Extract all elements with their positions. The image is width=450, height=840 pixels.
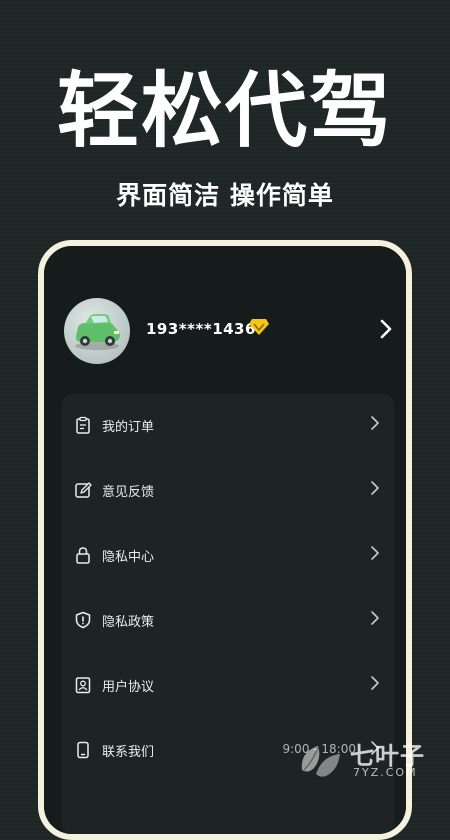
chevron-right-icon[interactable]: [379, 319, 393, 339]
menu-item-privacy-policy[interactable]: 隐私政策: [62, 589, 394, 653]
menu-item-privacy-center[interactable]: 隐私中心: [62, 524, 394, 588]
menu-item-label: 我的订单: [102, 420, 155, 435]
chevron-right-icon: [371, 546, 379, 560]
menu-item-my-orders[interactable]: 我的订单: [62, 394, 394, 458]
menu-item-label: 隐私政策: [102, 615, 155, 630]
menu-item-label: 用户协议: [102, 680, 155, 695]
menu-item-user-agreement[interactable]: 用户协议: [62, 654, 394, 718]
profile-header[interactable]: 193****1436: [64, 298, 394, 368]
menu-item-label: 意见反馈: [102, 485, 155, 500]
clipboard-icon: [76, 416, 90, 434]
shield-icon: [75, 611, 91, 629]
chevron-right-icon: [371, 416, 379, 430]
car-icon: [75, 314, 120, 350]
watermark: 七叶子 7YZ.COM: [296, 736, 446, 786]
user-phone-number: 193****1436: [146, 320, 256, 338]
avatar[interactable]: [64, 298, 130, 364]
chevron-right-icon: [371, 611, 379, 625]
phone-icon: [77, 741, 89, 759]
watermark-domain: 7YZ.COM: [353, 766, 418, 779]
lock-icon: [76, 547, 90, 564]
hero-subtitle: 界面简洁 操作简单: [116, 181, 334, 210]
menu-item-label: 联系我们: [102, 745, 155, 760]
hero-title: 轻松代驾: [56, 64, 393, 159]
chevron-right-icon: [371, 481, 379, 495]
diamond-icon: [249, 319, 269, 335]
leaf-logo-icon: [301, 746, 340, 777]
chevron-right-icon: [371, 676, 379, 690]
user-document-icon: [75, 677, 91, 694]
edit-icon: [75, 482, 92, 498]
menu-item-label: 隐私中心: [102, 550, 155, 565]
menu-item-feedback[interactable]: 意见反馈: [62, 459, 394, 523]
